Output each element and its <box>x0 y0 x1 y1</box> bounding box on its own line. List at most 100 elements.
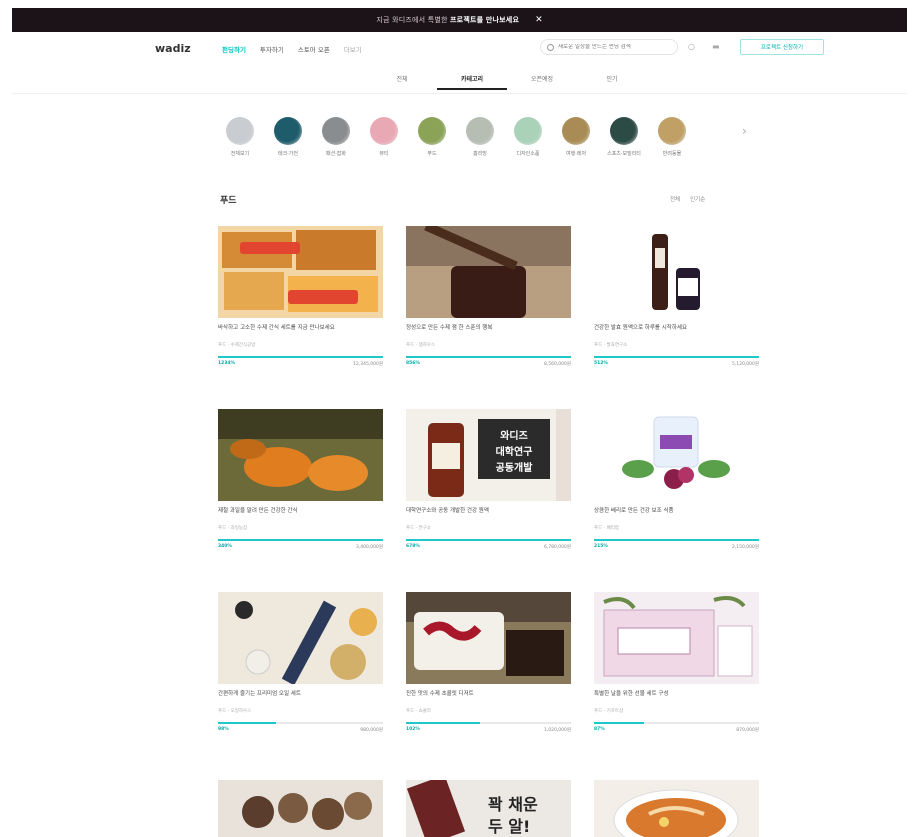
product-card[interactable]: 특별한 날을 위한 선물 세트 구성 푸드 · 기프트샵 87% 870,000원 <box>594 592 759 733</box>
search-icon[interactable] <box>547 43 554 51</box>
funding-progress-bar <box>594 539 759 541</box>
product-thumbnail[interactable] <box>218 409 383 501</box>
funding-progress-fill <box>594 539 759 541</box>
project-apply-button[interactable]: 프로젝트 신청하기 <box>740 39 824 55</box>
subtab-popular[interactable]: 인기 <box>577 74 647 90</box>
product-thumbnail[interactable] <box>594 780 759 837</box>
category-image[interactable] <box>370 117 398 145</box>
logo[interactable]: wadiz <box>155 42 191 55</box>
category-image[interactable] <box>274 117 302 145</box>
category-label: 패션·잡화 <box>326 151 346 157</box>
search-input[interactable] <box>558 44 668 50</box>
product-maker: 푸드 · 발효연구소 <box>594 343 628 348</box>
category-item[interactable]: 홈리빙 <box>463 117 497 157</box>
product-footer: 215% 2,150,000원 <box>594 544 759 550</box>
bell-icon[interactable]: ○ <box>688 42 695 51</box>
product-card[interactable]: 바삭하고 고소한 수제 간식 세트를 지금 만나보세요 푸드 · 수제간식공방 12… <box>218 226 383 367</box>
category-item[interactable]: 테크·가전 <box>271 117 305 157</box>
category-item[interactable]: 전체보기 <box>223 117 257 157</box>
product-card[interactable]: 꽉 채운 두 알! <box>406 780 571 837</box>
product-thumbnail[interactable] <box>406 592 571 684</box>
subtab-category[interactable]: 카테고리 <box>437 74 507 90</box>
product-card[interactable]: 와디즈 대학연구 공동개발 대학연구소와 공동 개발한 건강 원액 푸드 · 연구소 67… <box>406 409 571 550</box>
subtab-upcoming[interactable]: 오픈예정 <box>507 74 577 90</box>
product-title[interactable]: 간편하게 즐기는 프리미엄 오일 세트 <box>218 690 383 706</box>
product-footer: 98% 980,000원 <box>218 727 383 733</box>
funding-percent: 856% <box>406 361 420 366</box>
funding-percent: 678% <box>406 544 420 549</box>
close-icon[interactable]: ✕ <box>535 15 543 25</box>
nav-item-store[interactable]: 스토어 오픈 <box>298 44 330 54</box>
product-card[interactable] <box>594 780 759 837</box>
chevron-right-icon[interactable]: › <box>742 124 747 138</box>
funding-progress-bar <box>218 722 383 724</box>
product-thumbnail[interactable]: 꽉 채운 두 알! <box>406 780 571 837</box>
category-item[interactable]: 뷰티 <box>367 117 401 157</box>
funding-progress-bar <box>406 539 571 541</box>
product-title[interactable]: 정성으로 만든 수제 잼 한 스푼의 행복 <box>406 324 571 340</box>
category-item[interactable]: 패션·잡화 <box>319 117 353 157</box>
product-footer: 512% 5,120,000원 <box>594 361 759 367</box>
product-card[interactable]: 제철 과일을 말려 만든 건강한 간식 푸드 · 과일농장 340% 3,400,00… <box>218 409 383 550</box>
category-label: 푸드 <box>427 151 437 157</box>
svg-text:대학연구: 대학연구 <box>496 445 533 458</box>
product-thumbnail[interactable] <box>594 592 759 684</box>
category-image[interactable] <box>466 117 494 145</box>
product-card[interactable]: 건강한 발효 원액으로 하루를 시작하세요푸드 · 발효연구소 512% 5,120… <box>594 226 759 367</box>
category-item[interactable]: 푸드 <box>415 117 449 157</box>
product-title[interactable]: 상큼한 베리로 만든 건강 보조 식품 <box>594 507 759 523</box>
category-label: 홈리빙 <box>473 151 487 157</box>
funding-progress-fill <box>406 539 571 541</box>
product-card[interactable]: 정성으로 만든 수제 잼 한 스푼의 행복 푸드 · 잼하우스 856% 8,560,… <box>406 226 571 367</box>
filter-sort[interactable]: 인기순 <box>690 195 705 203</box>
product-title[interactable]: 특별한 날을 위한 선물 세트 구성 <box>594 690 759 706</box>
category-image[interactable] <box>226 117 254 145</box>
category-image[interactable] <box>322 117 350 145</box>
category-image[interactable] <box>418 117 446 145</box>
product-thumbnail[interactable] <box>594 226 759 318</box>
category-item[interactable]: 스포츠·모빌리티 <box>607 117 641 157</box>
subtab-all[interactable]: 전체 <box>367 74 437 90</box>
search-box[interactable] <box>540 39 678 55</box>
user-icon[interactable]: ▬ <box>712 42 720 51</box>
filter-all[interactable]: 전체 <box>670 195 680 203</box>
funding-percent: 512% <box>594 361 608 366</box>
nav-item-invest[interactable]: 투자하기 <box>260 44 284 54</box>
category-image[interactable] <box>562 117 590 145</box>
section-title: 푸드 <box>220 196 237 206</box>
product-footer: 340% 3,400,000원 <box>218 544 383 550</box>
funding-percent: 102% <box>406 727 420 732</box>
funding-amount: 870,000원 <box>736 728 759 733</box>
sub-tabs: 전체 카테고리 오픈예정 인기 <box>367 74 647 90</box>
category-image[interactable] <box>610 117 638 145</box>
product-title[interactable]: 건강한 발효 원액으로 하루를 시작하세요 <box>594 324 759 340</box>
product-thumbnail[interactable] <box>218 226 383 318</box>
product-title[interactable]: 바삭하고 고소한 수제 간식 세트를 지금 만나보세요 <box>218 324 383 340</box>
funding-amount: 3,400,000원 <box>355 545 383 550</box>
product-title[interactable]: 대학연구소와 공동 개발한 건강 원액 <box>406 507 571 523</box>
nav-item-more[interactable]: 더보기 <box>344 44 362 54</box>
svg-text:와디즈: 와디즈 <box>500 429 528 442</box>
product-thumbnail[interactable] <box>218 592 383 684</box>
product-card[interactable] <box>218 780 383 837</box>
product-maker: 푸드 · 잼하우스 <box>406 343 436 348</box>
category-image[interactable] <box>658 117 686 145</box>
category-item[interactable]: 반려동물 <box>655 117 689 157</box>
category-item[interactable]: 디자인소품 <box>511 117 545 157</box>
product-thumbnail[interactable] <box>218 780 383 837</box>
banner-text: 지금 와디즈에서 특별한 프로젝트를 만나보세요 <box>376 16 520 24</box>
nav-item-funding[interactable]: 펀딩하기 <box>222 44 246 54</box>
product-thumbnail[interactable] <box>406 226 571 318</box>
product-thumbnail[interactable]: 와디즈 대학연구 공동개발 <box>406 409 571 501</box>
product-card[interactable]: 간편하게 즐기는 프리미엄 오일 세트 푸드 · 오일하우스 98% 980,000원 <box>218 592 383 733</box>
product-title[interactable]: 진한 맛의 수제 초콜릿 디저트 <box>406 690 571 706</box>
product-title[interactable]: 제철 과일을 말려 만든 건강한 간식 <box>218 507 383 523</box>
product-footer: 87% 870,000원 <box>594 727 759 733</box>
product-card[interactable]: 상큼한 베리로 만든 건강 보조 식품푸드 · 베리팜 215% 2,150,000… <box>594 409 759 550</box>
top-banner[interactable]: 지금 와디즈에서 특별한 프로젝트를 만나보세요 ✕ <box>12 8 907 32</box>
product-thumbnail[interactable] <box>594 409 759 501</box>
category-item[interactable]: 여행·레저 <box>559 117 593 157</box>
product-card[interactable]: 진한 맛의 수제 초콜릿 디저트 푸드 · 쇼콜라 102% 1,020,000원 <box>406 592 571 733</box>
category-image[interactable] <box>514 117 542 145</box>
product-maker: 푸드 · 베리팜 <box>594 526 619 531</box>
